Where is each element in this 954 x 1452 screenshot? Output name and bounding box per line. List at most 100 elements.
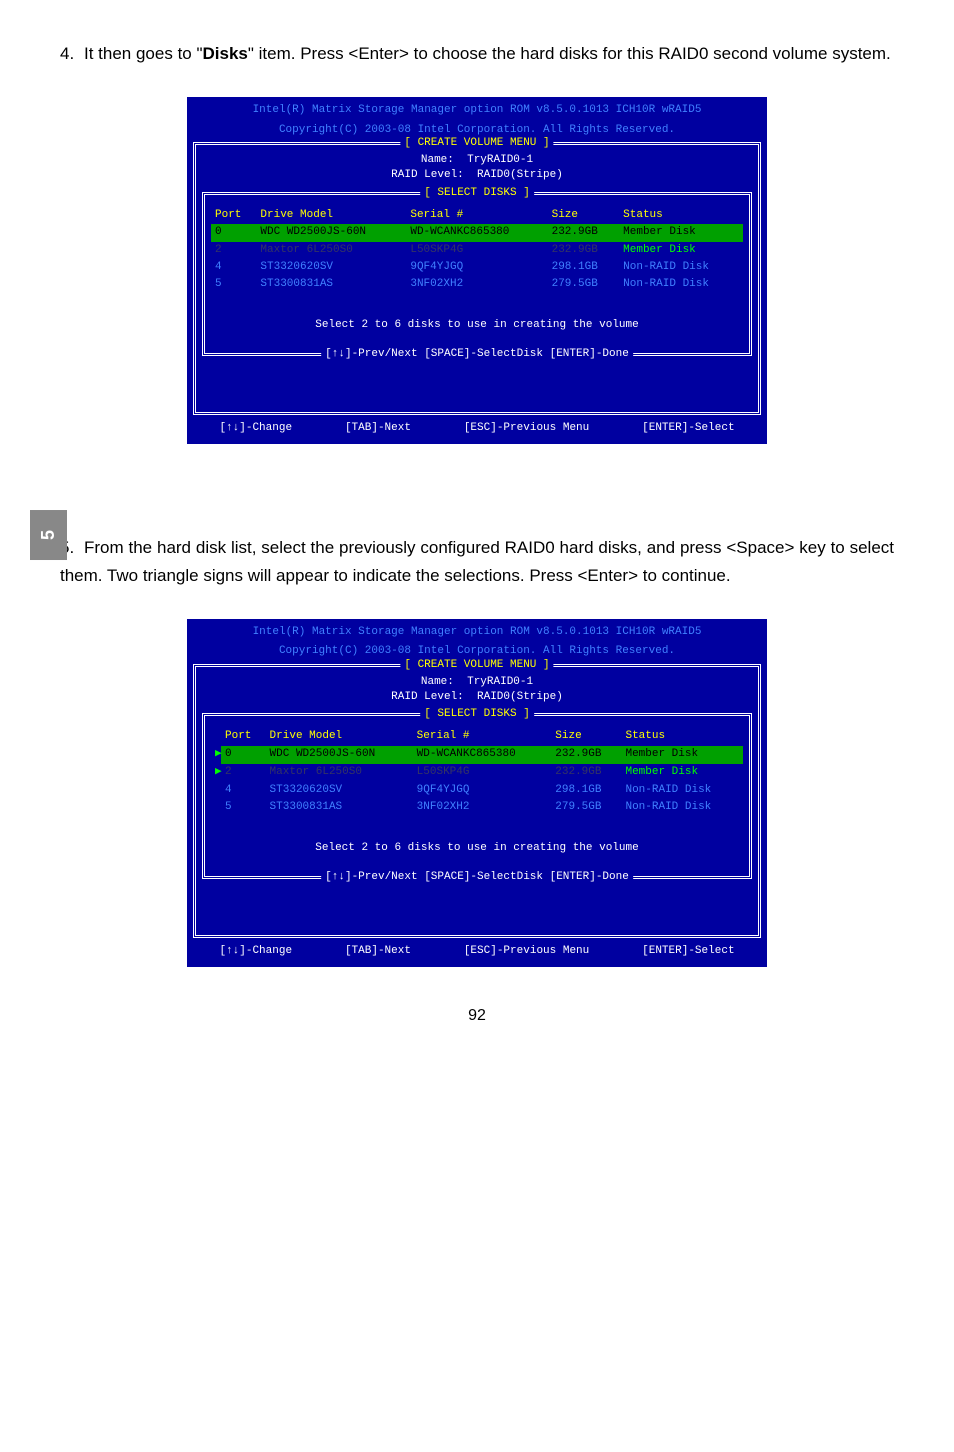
hdr-serial-1: Serial # [406,207,547,224]
triangle-marker-icon: ▶ [211,764,219,781]
footer-tab-2: [TAB]-Next [345,944,411,959]
footer-tab-1: [TAB]-Next [345,421,411,436]
raid-value-1: RAID0(Stripe) [477,169,563,181]
hdr-port-1: Port [211,207,256,224]
hdr-size-1: Size [548,207,620,224]
r3-status-2: Non-RAID Disk [621,799,743,816]
side-tab: 5 [30,510,67,560]
r0-size-2: 232.9GB [551,746,621,764]
table-header-1: Port Drive Model Serial # Size Status [211,207,743,224]
select-disks-label-1: [ SELECT DISKS ] [420,186,534,201]
r1-serial-2: L50SKP4G [413,764,552,782]
name-value-2: TryRAID0-1 [467,676,533,688]
r3-model-1: ST3300831AS [256,276,406,293]
table-row[interactable]: 0 WDC WD2500JS-60N WD-WCANKC865380 232.9… [211,224,743,241]
r3-port-2: 5 [221,799,266,816]
hdr-port-2: Port [221,728,266,745]
step4-pre: It then goes to " [84,44,203,63]
bios-footer-2: [↑↓]-Change [TAB]-Next [ESC]-Previous Me… [193,942,761,961]
r3-serial-1: 3NF02XH2 [406,276,547,293]
table-row[interactable]: 4 ST3320620SV 9QF4YJGQ 298.1GB Non-RAID … [211,782,743,799]
raid-label-1: RAID Level: [391,169,464,181]
footer-esc-1: [ESC]-Previous Menu [464,421,589,436]
triangle-marker-icon: ▶ [211,746,219,763]
r0-size-1: 232.9GB [548,224,620,241]
bios-footer-1: [↑↓]-Change [TAB]-Next [ESC]-Previous Me… [193,419,761,438]
r2-port-2: 4 [221,782,266,799]
name-label-1: Name: [421,154,454,166]
step4-text: 4.It then goes to "Disks" item. Press <E… [60,40,894,67]
r1-status-2: Member Disk [621,764,743,782]
footer-esc-2: [ESC]-Previous Menu [464,944,589,959]
r3-status-1: Non-RAID Disk [619,276,743,293]
select-disks-box-2: [ SELECT DISKS ] Port Drive Model Serial… [202,713,752,879]
r0-model-2: WDC WD2500JS-60N [266,746,413,764]
r3-size-2: 279.5GB [551,799,621,816]
hdr-size-2: Size [551,728,621,745]
bios-screen-1: Intel(R) Matrix Storage Manager option R… [187,97,767,444]
r2-size-1: 298.1GB [548,259,620,276]
r3-port-1: 5 [211,276,256,293]
r0-serial-2: WD-WCANKC865380 [413,746,552,764]
raid-row-2: RAID Level: RAID0(Stripe) [202,690,752,705]
r2-model-1: ST3320620SV [256,259,406,276]
r2-serial-1: 9QF4YJGQ [406,259,547,276]
page-number: 92 [60,1007,894,1025]
table-row[interactable]: 5 ST3300831AS 3NF02XH2 279.5GB Non-RAID … [211,799,743,816]
select-disks-box-1: [ SELECT DISKS ] Port Drive Model Serial… [202,192,752,356]
raid-label-2: RAID Level: [391,691,464,703]
r1-serial-1: L50SKP4G [406,242,547,259]
step5-text: 5.From the hard disk list, select the pr… [60,534,894,588]
r0-port-1: 0 [211,224,256,241]
table-row[interactable]: ▶ 2 Maxtor 6L250S0 L50SKP4G 232.9GB Memb… [211,764,743,782]
name-row-2: Name: TryRAID0-1 [202,675,752,690]
footer-change-2: [↑↓]-Change [219,944,292,959]
footer-enter-2: [ENTER]-Select [642,944,734,959]
footer-enter-1: [ENTER]-Select [642,421,734,436]
hdr-status-2: Status [621,728,743,745]
create-volume-box-2: [ CREATE VOLUME MENU ] Name: TryRAID0-1 … [193,664,761,938]
r2-port-1: 4 [211,259,256,276]
bios-header2-l1: Intel(R) Matrix Storage Manager option R… [193,625,761,640]
r3-model-2: ST3300831AS [266,799,413,816]
raid-row-1: RAID Level: RAID0(Stripe) [202,168,752,183]
hdr-serial-2: Serial # [413,728,552,745]
r1-model-2: Maxtor 6L250S0 [266,764,413,782]
bios-header1-l1: Intel(R) Matrix Storage Manager option R… [193,103,761,118]
r0-status-1: Member Disk [619,224,743,241]
step4-bold: Disks [203,44,248,63]
hdr-drive-1: Drive Model [256,207,406,224]
create-menu-label-2: [ CREATE VOLUME MENU ] [400,658,553,673]
name-label-2: Name: [421,676,454,688]
table-row[interactable]: 2 Maxtor 6L250S0 L50SKP4G 232.9GB Member… [211,242,743,259]
r1-size-1: 232.9GB [548,242,620,259]
r1-status-1: Member Disk [619,242,743,259]
nav-help-1: [↑↓]-Prev/Next [SPACE]-SelectDisk [ENTER… [321,347,633,362]
r1-port-1: 2 [211,242,256,259]
nav-help-2: [↑↓]-Prev/Next [SPACE]-SelectDisk [ENTER… [321,870,633,885]
r2-model-2: ST3320620SV [266,782,413,799]
create-menu-label-1: [ CREATE VOLUME MENU ] [400,136,553,151]
bios-screen-2: Intel(R) Matrix Storage Manager option R… [187,619,767,968]
r3-size-1: 279.5GB [548,276,620,293]
raid-value-2: RAID0(Stripe) [477,691,563,703]
table-row[interactable]: ▶ 0 WDC WD2500JS-60N WD-WCANKC865380 232… [211,746,743,764]
r0-port-2: 0 [221,746,266,764]
hdr-drive-2: Drive Model [266,728,413,745]
create-volume-box-1: [ CREATE VOLUME MENU ] Name: TryRAID0-1 … [193,142,761,415]
r0-model-1: WDC WD2500JS-60N [256,224,406,241]
r2-serial-2: 9QF4YJGQ [413,782,552,799]
step4-num: 4. [60,40,84,67]
disk-table-2: Port Drive Model Serial # Size Status ▶ … [211,728,743,816]
select-text-1: Select 2 to 6 disks to use in creating t… [211,318,743,333]
select-text-2: Select 2 to 6 disks to use in creating t… [211,841,743,856]
r3-serial-2: 3NF02XH2 [413,799,552,816]
r1-model-1: Maxtor 6L250S0 [256,242,406,259]
disk-table-1: Port Drive Model Serial # Size Status 0 … [211,207,743,294]
r0-serial-1: WD-WCANKC865380 [406,224,547,241]
table-header-2: Port Drive Model Serial # Size Status [211,728,743,745]
select-disks-label-2: [ SELECT DISKS ] [420,707,534,722]
table-row[interactable]: 4 ST3320620SV 9QF4YJGQ 298.1GB Non-RAID … [211,259,743,276]
table-row[interactable]: 5 ST3300831AS 3NF02XH2 279.5GB Non-RAID … [211,276,743,293]
r1-size-2: 232.9GB [551,764,621,782]
